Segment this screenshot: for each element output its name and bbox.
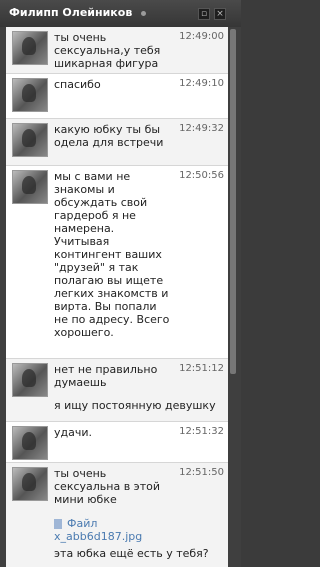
message-extra-text: эта юбка ещё есть у тебя? [54,547,209,560]
chat-title: Филипп Олейников [9,6,147,19]
avatar[interactable] [12,426,48,460]
minimize-button[interactable]: ▫ [198,8,210,20]
message-5: нет не правильно думаешь 12:51:12 я ищу … [6,359,228,422]
avatar[interactable] [12,363,48,397]
message-text: ты очень сексуальна в этой мини юбке [54,467,161,506]
message-text: спасибо [54,78,101,91]
message-1: ты очень сексуальна,у тебя шикарная фигу… [6,27,228,74]
avatar[interactable] [12,31,48,65]
message-time: 12:51:12 [179,363,224,374]
chat-title-text: Филипп Олейников [9,6,133,19]
close-button[interactable]: × [214,8,226,20]
message-time: 12:49:00 [179,31,224,42]
message-extra-text: я ищу постоянную девушку [54,399,216,412]
message-text: нет не правильно думаешь [54,363,158,389]
message-time: 12:50:56 [179,170,224,181]
message-time: 12:51:32 [179,426,224,437]
message-time: 12:49:10 [179,78,224,89]
message-2: спасибо 12:49:10 [6,74,228,119]
message-time: 12:49:32 [179,123,224,134]
file-name-link[interactable]: x_abb6d187.jpg [54,530,142,543]
avatar[interactable] [12,170,48,204]
file-icon [54,519,62,529]
avatar[interactable] [12,123,48,157]
message-6: удачи. 12:51:32 [6,422,228,463]
file-label: Файл [67,517,98,530]
chat-window: Филипп Олейников ▫ × ты очень сексуальна… [0,0,241,567]
scroll-thumb[interactable] [230,29,236,374]
message-7: ты очень сексуальна в этой мини юбке 12:… [6,463,228,567]
message-text: удачи. [54,426,93,439]
message-list[interactable]: ты очень сексуальна,у тебя шикарная фигу… [6,27,228,567]
message-text: мы с вами не знакомы и обсуждать свой га… [54,170,170,339]
avatar[interactable] [12,467,48,501]
message-text: какую юбку ты бы одела для встречи [54,123,164,149]
message-4: мы с вами не знакомы и обсуждать свой га… [6,166,228,359]
file-attachment[interactable]: Файл x_abb6d187.jpg [54,517,142,543]
vertical-scrollbar[interactable] [229,27,237,567]
chat-titlebar[interactable]: Филипп Олейников ▫ × [0,0,241,27]
status-dot-icon [141,10,147,16]
message-3: какую юбку ты бы одела для встречи 12:49… [6,119,228,166]
message-text: ты очень сексуальна,у тебя шикарная фигу… [54,31,161,70]
message-time: 12:51:50 [179,467,224,478]
avatar[interactable] [12,78,48,112]
